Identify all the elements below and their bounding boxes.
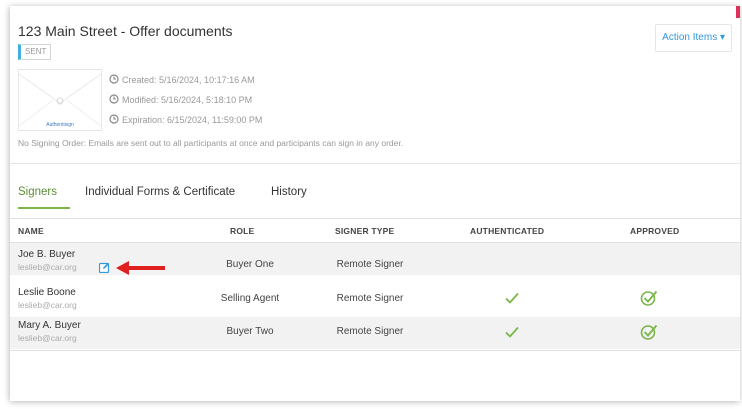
signer-type: Remote Signer — [336, 259, 404, 270]
table-row: Joe B. Buyer leslieb@car.org Buyer One R… — [10, 243, 740, 275]
column-header-approved: APPROVED — [630, 226, 680, 236]
table-row: Mary A. Buyer leslieb@car.org Buyer Two … — [10, 317, 740, 349]
column-header-name: NAME — [18, 226, 44, 236]
modified-date: Modified: 5/16/2024, 5:18:10 PM — [109, 94, 252, 105]
action-items-button[interactable]: Action Items ▾ — [655, 24, 732, 52]
column-header-signer-type: SIGNER TYPE — [335, 226, 395, 236]
envelope-icon — [19, 73, 101, 127]
signer-email: leslieb@car.org — [18, 300, 77, 310]
signer-role: Buyer One — [226, 259, 274, 270]
section-divider — [10, 163, 740, 164]
expiration-text: Expiration: 6/15/2024, 11:59:00 PM — [122, 115, 263, 125]
signer-name: Mary A. Buyer — [18, 320, 81, 331]
corner-marker — [736, 6, 740, 18]
created-date: Created: 5/16/2024, 10:17:16 AM — [109, 74, 255, 85]
checkmark-icon — [505, 326, 519, 338]
authentisign-logo: Authentisign — [46, 122, 74, 128]
signer-role: Buyer Two — [226, 326, 274, 337]
table-bottom-border — [10, 350, 740, 351]
edit-icon[interactable] — [99, 262, 110, 273]
document-thumbnail[interactable]: Authentisign — [18, 69, 102, 131]
signer-type: Remote Signer — [336, 326, 404, 337]
checkmark-icon — [505, 292, 519, 304]
modified-text: Modified: 5/16/2024, 5:18:10 PM — [122, 95, 253, 105]
clock-icon — [109, 94, 119, 104]
signer-name: Joe B. Buyer — [18, 249, 76, 260]
signer-type: Remote Signer — [336, 293, 404, 304]
status-badge: SENT — [18, 44, 52, 60]
column-header-role: ROLE — [230, 226, 255, 236]
column-header-authenticated: AUTHENTICATED — [470, 226, 545, 236]
expiration-date: Expiration: 6/15/2024, 11:59:00 PM — [109, 114, 262, 125]
page-title: 123 Main Street - Offer documents — [18, 23, 233, 39]
check-circle-icon — [640, 290, 658, 306]
signer-role: Selling Agent — [220, 293, 280, 304]
check-circle-icon — [640, 324, 658, 340]
tab-history[interactable]: History — [271, 186, 307, 198]
table-row: Leslie Boone leslieb@car.org Selling Age… — [10, 284, 740, 316]
document-card: 123 Main Street - Offer documents SENT A… — [10, 6, 740, 401]
signing-order-note: No Signing Order: Emails are sent out to… — [18, 138, 404, 148]
clock-icon — [109, 114, 119, 124]
created-text: Created: 5/16/2024, 10:17:16 AM — [122, 75, 255, 85]
active-tab-indicator — [18, 207, 70, 209]
signer-name: Leslie Boone — [18, 287, 76, 298]
table-top-border — [10, 218, 740, 219]
red-arrow-icon — [116, 261, 165, 275]
tab-signers[interactable]: Signers — [18, 186, 57, 198]
signer-email: leslieb@car.org — [18, 262, 77, 272]
tab-individual-forms[interactable]: Individual Forms & Certificate — [85, 186, 235, 198]
clock-icon — [109, 74, 119, 84]
signer-email: leslieb@car.org — [18, 333, 77, 343]
